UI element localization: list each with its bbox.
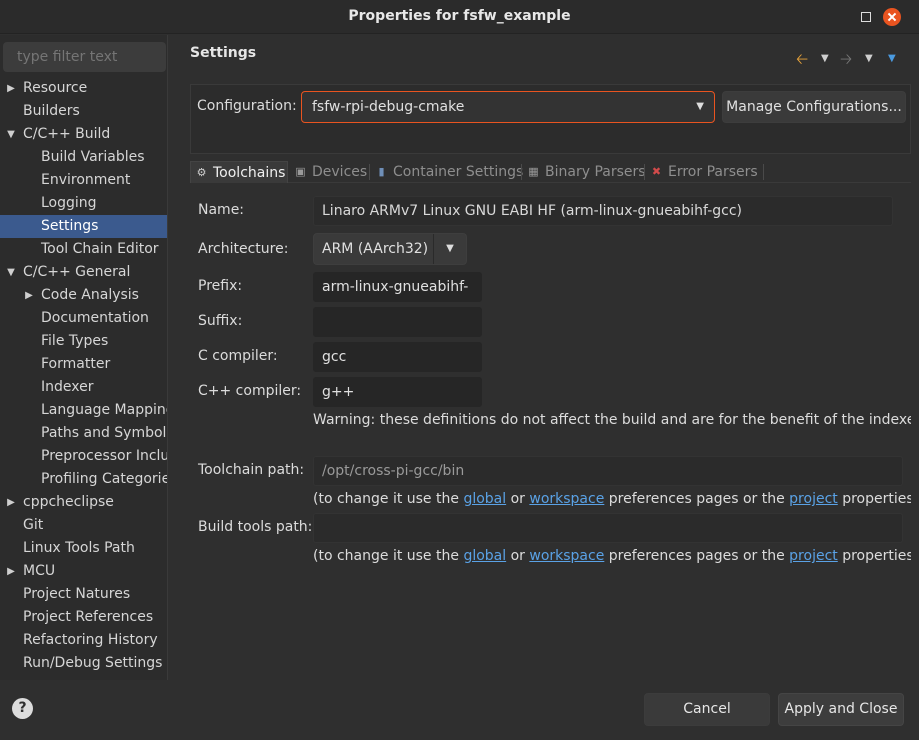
sidebar-item-project-natures[interactable]: Project Natures (0, 583, 167, 606)
cpp-compiler-label: C++ compiler: (198, 383, 302, 399)
workspace-link[interactable]: workspace (529, 491, 604, 507)
global-link[interactable]: global (463, 491, 506, 507)
main-content: Settings 🡠 ▼ 🡢 ▼ ▼ Configuration: fsfw-r… (168, 35, 919, 680)
back-history-dropdown-icon[interactable]: ▼ (821, 53, 829, 71)
forward-history-dropdown-icon[interactable]: ▼ (865, 53, 873, 71)
sidebar-item-documentation[interactable]: Documentation (0, 307, 167, 330)
tab-devices[interactable]: ▣ Devices (290, 161, 367, 183)
sidebar-item-builders[interactable]: Builders (0, 100, 167, 123)
back-arrow-icon[interactable]: 🡠 (796, 49, 808, 68)
architecture-select[interactable]: ARM (AArch32) ▼ (313, 233, 467, 265)
chevron-down-icon: ▼ (433, 234, 466, 264)
global-link[interactable]: global (463, 548, 506, 564)
chevron-down-icon[interactable]: ▼ (5, 261, 17, 284)
toolchain-icon: ⚙ (196, 166, 207, 179)
suffix-label: Suffix: (198, 313, 243, 329)
title-bar: Properties for fsfw_example (0, 0, 919, 34)
tab-divider (369, 164, 370, 180)
name-label: Name: (198, 202, 245, 218)
architecture-value: ARM (AArch32) (322, 241, 429, 257)
configuration-label: Configuration: (197, 98, 297, 114)
sidebar-item-formatter[interactable]: Formatter (0, 353, 167, 376)
chevron-right-icon[interactable]: ▶ (5, 77, 17, 100)
sidebar-item-profiling-categories[interactable]: Profiling Categorie (0, 468, 167, 491)
apply-and-close-button[interactable]: Apply and Close (778, 693, 904, 726)
build-tools-path-note: (to change it use the global or workspac… (313, 548, 911, 564)
sidebar-item-cpp-build[interactable]: ▼ C/C++ Build (0, 123, 167, 146)
forward-arrow-icon[interactable]: 🡢 (840, 49, 852, 68)
sidebar-item-file-types[interactable]: File Types (0, 330, 167, 353)
architecture-label: Architecture: (198, 241, 289, 257)
toolchain-path-field[interactable]: /opt/cross-pi-gcc/bin (313, 456, 903, 486)
sidebar-item-git[interactable]: Git (0, 514, 167, 537)
prefix-label: Prefix: (198, 278, 243, 294)
filter-input[interactable] (3, 42, 166, 72)
sidebar-item-linux-tools-path[interactable]: Linux Tools Path (0, 537, 167, 560)
close-icon[interactable] (883, 8, 901, 26)
sidebar-item-preprocessor-include[interactable]: Preprocessor Inclu (0, 445, 167, 468)
name-field[interactable]: Linaro ARMv7 Linux GNU EABI HF (arm-linu… (313, 196, 893, 226)
cancel-button[interactable]: Cancel (644, 693, 770, 726)
prefix-field[interactable]: arm-linux-gnueabihf- (313, 272, 482, 302)
sidebar-item-build-variables[interactable]: Build Variables (0, 146, 167, 169)
dialog-footer: ? Cancel Apply and Close (0, 680, 919, 740)
c-compiler-field[interactable]: gcc (313, 342, 482, 372)
container-icon: ▮ (378, 165, 385, 178)
sidebar-item-run-debug-settings[interactable]: Run/Debug Settings (0, 652, 167, 675)
binary-icon: ▦ (528, 165, 539, 178)
configuration-select[interactable]: fsfw-rpi-debug-cmake ▼ (301, 91, 715, 123)
sidebar-item-refactoring-history[interactable]: Refactoring History (0, 629, 167, 652)
build-tools-path-label: Build tools path: (198, 519, 313, 535)
tab-error-parsers[interactable]: ✖ Error Parsers (646, 161, 762, 183)
workspace-link[interactable]: workspace (529, 548, 604, 564)
sidebar-item-resource[interactable]: ▶ Resource (0, 77, 167, 100)
project-link[interactable]: project (789, 491, 838, 507)
suffix-field[interactable] (313, 307, 482, 337)
sidebar-item-indexer[interactable]: Indexer (0, 376, 167, 399)
sidebar-item-settings[interactable]: Settings (0, 215, 167, 238)
toolchains-panel: Name: Linaro ARMv7 Linux GNU EABI HF (ar… (190, 184, 911, 604)
toolchain-path-label: Toolchain path: (198, 462, 305, 478)
c-compiler-label: C compiler: (198, 348, 278, 364)
sidebar-item-logging[interactable]: Logging (0, 192, 167, 215)
configuration-value: fsfw-rpi-debug-cmake (312, 99, 465, 115)
chevron-right-icon[interactable]: ▶ (5, 560, 17, 583)
sidebar-item-project-references[interactable]: Project References (0, 606, 167, 629)
maximize-icon[interactable] (857, 8, 875, 26)
manage-configurations-button[interactable]: Manage Configurations... (722, 91, 906, 123)
sidebar-item-mcu[interactable]: ▶ MCU (0, 560, 167, 583)
sidebar-item-language-mapping[interactable]: Language Mapping (0, 399, 167, 422)
toolchain-path-note: (to change it use the global or workspac… (313, 491, 911, 507)
sidebar-item-cppcheclipse[interactable]: ▶ cppcheclipse (0, 491, 167, 514)
sidebar-item-environment[interactable]: Environment (0, 169, 167, 192)
tab-divider (521, 164, 522, 180)
sidebar-item-tool-chain-editor[interactable]: Tool Chain Editor (0, 238, 167, 261)
page-title: Settings (190, 45, 257, 61)
property-tree: ▶ Resource Builders ▼ C/C++ Build Build Va… (0, 77, 167, 675)
cpp-compiler-field[interactable]: g++ (313, 377, 482, 407)
tab-binary-parsers[interactable]: ▦ Binary Parsers (523, 161, 645, 183)
error-icon: ✖ (651, 165, 662, 178)
tab-toolchains[interactable]: ⚙ Toolchains (190, 161, 288, 183)
sidebar-item-cpp-general[interactable]: ▼ C/C++ General (0, 261, 167, 284)
tab-container-settings[interactable]: ▮ Container Settings (371, 161, 523, 183)
settings-tabs: ⚙ Toolchains ▣ Devices ▮ Container Setti… (190, 161, 911, 183)
build-tools-path-field[interactable] (313, 513, 903, 543)
project-link[interactable]: project (789, 548, 838, 564)
window-title: Properties for fsfw_example (348, 8, 571, 24)
sidebar-item-code-analysis[interactable]: ▶ Code Analysis (0, 284, 167, 307)
indexer-warning: Warning: these definitions do not affect… (313, 412, 911, 428)
chevron-down-icon: ▼ (696, 101, 704, 112)
view-menu-icon[interactable]: ▼ (888, 53, 896, 71)
sidebar-item-paths-and-symbols[interactable]: Paths and Symbols (0, 422, 167, 445)
tab-divider (763, 164, 764, 180)
devices-icon: ▣ (295, 165, 306, 178)
help-icon[interactable]: ? (12, 698, 33, 719)
chevron-right-icon[interactable]: ▶ (5, 491, 17, 514)
tab-divider (644, 164, 645, 180)
sidebar: ▶Resource Builders ▼C/C++ Build Build Va… (0, 35, 167, 680)
chevron-down-icon[interactable]: ▼ (5, 123, 17, 146)
chevron-right-icon[interactable]: ▶ (23, 284, 35, 307)
configuration-group: Configuration: fsfw-rpi-debug-cmake ▼ Ma… (190, 84, 911, 154)
